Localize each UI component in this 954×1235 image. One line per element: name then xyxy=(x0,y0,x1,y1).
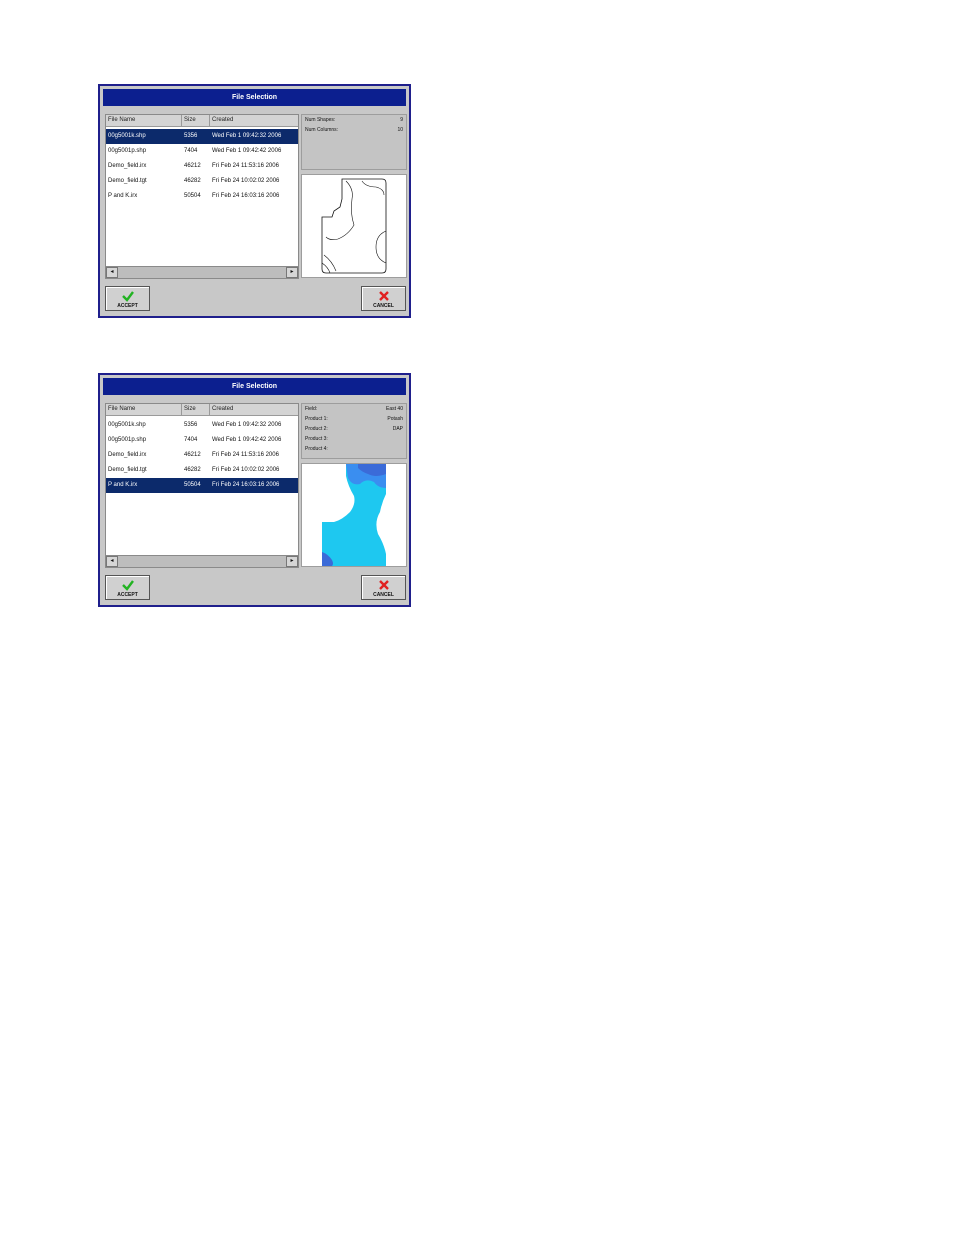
file-name: 00g5001p.shp xyxy=(108,148,147,154)
scroll-left-button[interactable]: ◂ xyxy=(106,556,118,567)
file-name: 00g5001p.shp xyxy=(108,437,147,443)
file-created: Wed Feb 1 09:42:32 2006 xyxy=(212,422,282,428)
info-label: Product 1: xyxy=(305,416,328,422)
file-name: Demo_field.tgt xyxy=(108,467,147,473)
dialog-title: File Selection xyxy=(103,378,406,395)
info-value: 10 xyxy=(397,127,403,133)
file-row[interactable]: P and K.irx 50504 Fri Feb 24 16:03:16 20… xyxy=(106,189,298,204)
file-created: Fri Feb 24 10:02:02 2006 xyxy=(212,178,280,184)
x-icon xyxy=(362,578,405,592)
accept-label: ACCEPT xyxy=(117,303,138,309)
file-row[interactable]: 00g5001p.shp 7404 Wed Feb 1 09:42:42 200… xyxy=(106,433,298,448)
file-created: Wed Feb 1 09:42:42 2006 xyxy=(212,148,282,154)
info-row: Num Columns: 10 xyxy=(302,125,406,135)
info-value: Potash xyxy=(387,416,403,422)
info-label: Product 3: xyxy=(305,436,328,442)
cancel-button[interactable]: CANCEL xyxy=(361,286,406,311)
x-icon xyxy=(362,289,405,303)
info-label: Product 4: xyxy=(305,446,328,452)
file-name: Demo_field.tgt xyxy=(108,178,147,184)
info-value: 9 xyxy=(400,117,403,123)
file-list[interactable]: File Name Size Created 00g5001k.shp 5356… xyxy=(105,403,299,568)
file-created: Fri Feb 24 16:03:16 2006 xyxy=(212,193,280,199)
column-header-size[interactable]: Size xyxy=(182,404,210,415)
file-row[interactable]: P and K.irx 50504 Fri Feb 24 16:03:16 20… xyxy=(106,478,298,493)
file-name: P and K.irx xyxy=(108,482,138,488)
file-row[interactable]: Demo_field.irx 46212 Fri Feb 24 11:53:16… xyxy=(106,448,298,463)
info-row: Product 4: xyxy=(302,444,406,454)
file-size: 5356 xyxy=(184,133,198,139)
file-size: 46282 xyxy=(184,467,201,473)
file-info-panel: Field: East 40 Product 1: Potash Product… xyxy=(301,403,407,459)
cancel-button[interactable]: CANCEL xyxy=(361,575,406,600)
file-row[interactable]: 00g5001k.shp 5356 Wed Feb 1 09:42:32 200… xyxy=(106,418,298,433)
info-row: Product 2: DAP xyxy=(302,424,406,434)
prescription-map-image xyxy=(322,464,386,566)
file-size: 7404 xyxy=(184,148,198,154)
info-value: East 40 xyxy=(386,406,403,412)
file-name: 00g5001k.shp xyxy=(108,422,146,428)
info-label: Product 2: xyxy=(305,426,328,432)
file-created: Fri Feb 24 11:53:16 2006 xyxy=(212,452,279,458)
column-header-created[interactable]: Created xyxy=(210,404,298,415)
column-header-created[interactable]: Created xyxy=(210,115,298,126)
file-name: 00g5001k.shp xyxy=(108,133,146,139)
file-list-header: File Name Size Created xyxy=(106,115,298,127)
info-label: Num Columns: xyxy=(305,127,339,133)
info-row: Num Shapes: 9 xyxy=(302,115,406,125)
cancel-label: CANCEL xyxy=(373,592,394,598)
file-list[interactable]: File Name Size Created 00g5001k.shp 5356… xyxy=(105,114,299,279)
file-selection-dialog: File Selection File Name Size Created 00… xyxy=(98,373,411,607)
file-rows: 00g5001k.shp 5356 Wed Feb 1 09:42:32 200… xyxy=(106,129,298,204)
checkmark-icon xyxy=(106,289,149,303)
info-label: Field: xyxy=(305,406,318,412)
file-rows: 00g5001k.shp 5356 Wed Feb 1 09:42:32 200… xyxy=(106,418,298,493)
file-size: 50504 xyxy=(184,193,201,199)
file-row[interactable]: Demo_field.irx 46212 Fri Feb 24 11:53:16… xyxy=(106,159,298,174)
file-created: Fri Feb 24 16:03:16 2006 xyxy=(212,482,280,488)
file-list-header: File Name Size Created xyxy=(106,404,298,416)
cancel-label: CANCEL xyxy=(373,303,394,309)
info-row: Product 3: xyxy=(302,434,406,444)
file-size: 50504 xyxy=(184,482,201,488)
accept-button[interactable]: ACCEPT xyxy=(105,286,150,311)
file-name: Demo_field.irx xyxy=(108,163,147,169)
accept-label: ACCEPT xyxy=(117,592,138,598)
column-header-size[interactable]: Size xyxy=(182,115,210,126)
info-row: Product 1: Potash xyxy=(302,414,406,424)
dialog-title: File Selection xyxy=(103,89,406,106)
column-header-file-name[interactable]: File Name xyxy=(106,404,182,415)
file-name: Demo_field.irx xyxy=(108,452,147,458)
scroll-right-button[interactable]: ▸ xyxy=(286,556,298,567)
accept-button[interactable]: ACCEPT xyxy=(105,575,150,600)
column-header-file-name[interactable]: File Name xyxy=(106,115,182,126)
file-size: 5356 xyxy=(184,422,198,428)
shape-preview xyxy=(301,174,407,278)
file-row[interactable]: 00g5001k.shp 5356 Wed Feb 1 09:42:32 200… xyxy=(106,129,298,144)
checkmark-icon xyxy=(106,578,149,592)
file-row[interactable]: Demo_field.tgt 46282 Fri Feb 24 10:02:02… xyxy=(106,463,298,478)
file-created: Wed Feb 1 09:42:42 2006 xyxy=(212,437,282,443)
info-label: Num Shapes: xyxy=(305,117,336,123)
scroll-right-button[interactable]: ▸ xyxy=(286,267,298,278)
file-size: 46212 xyxy=(184,163,201,169)
file-created: Fri Feb 24 11:53:16 2006 xyxy=(212,163,279,169)
file-row[interactable]: Demo_field.tgt 46282 Fri Feb 24 10:02:02… xyxy=(106,174,298,189)
prescription-map-preview xyxy=(301,463,407,567)
file-name: P and K.irx xyxy=(108,193,138,199)
info-row: Field: East 40 xyxy=(302,404,406,414)
file-selection-dialog: File Selection File Name Size Created 00… xyxy=(98,84,411,318)
file-size: 7404 xyxy=(184,437,198,443)
file-size: 46212 xyxy=(184,452,201,458)
file-size: 46282 xyxy=(184,178,201,184)
scroll-left-button[interactable]: ◂ xyxy=(106,267,118,278)
file-created: Wed Feb 1 09:42:32 2006 xyxy=(212,133,282,139)
horizontal-scrollbar[interactable]: ◂ ▸ xyxy=(106,555,298,567)
file-row[interactable]: 00g5001p.shp 7404 Wed Feb 1 09:42:42 200… xyxy=(106,144,298,159)
file-info-panel: Num Shapes: 9 Num Columns: 10 xyxy=(301,114,407,170)
horizontal-scrollbar[interactable]: ◂ ▸ xyxy=(106,266,298,278)
field-outline-image xyxy=(321,178,387,274)
info-value: DAP xyxy=(392,426,403,432)
file-created: Fri Feb 24 10:02:02 2006 xyxy=(212,467,280,473)
